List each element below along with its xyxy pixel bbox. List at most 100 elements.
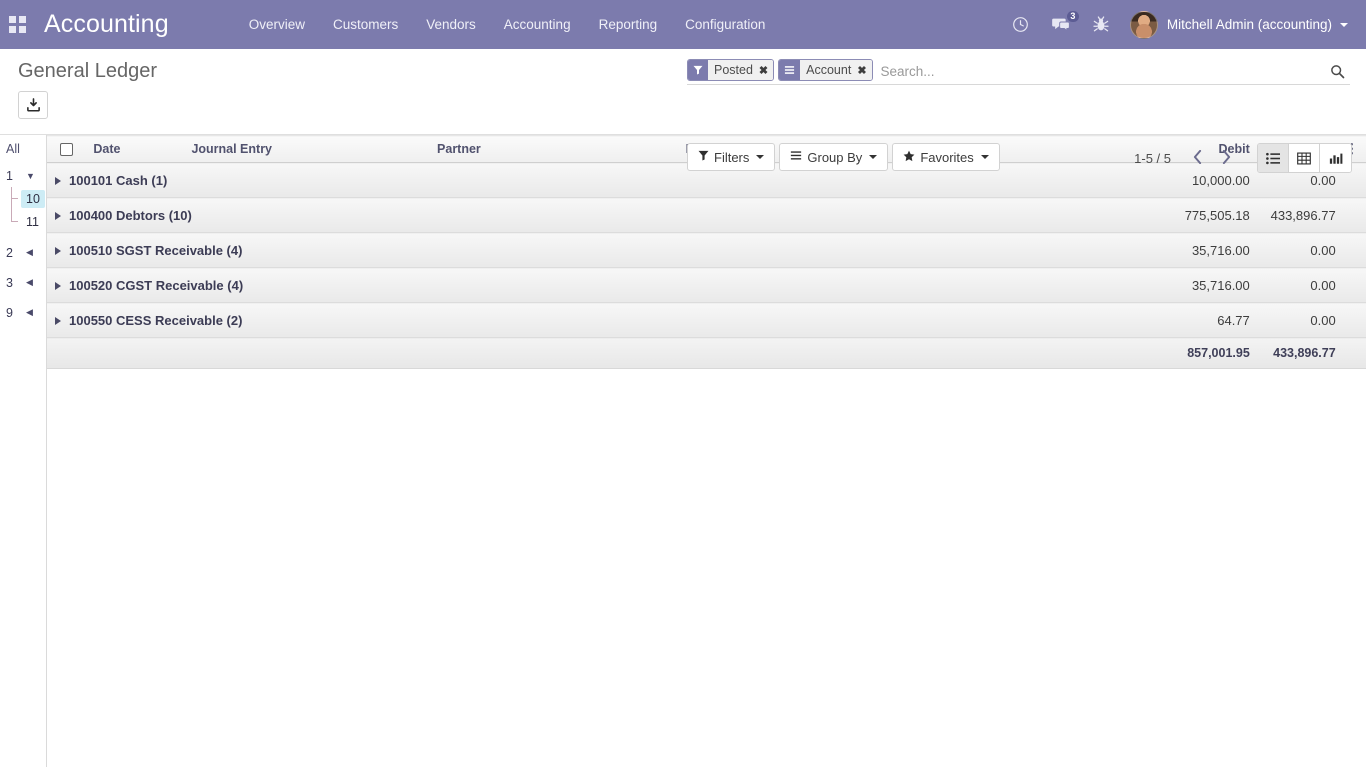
menu-item-vendors[interactable]: Vendors [412,1,490,48]
select-all-checkbox[interactable] [59,143,73,157]
filters-dropdown-button[interactable]: Filters [687,143,776,171]
table-row[interactable]: 100510 SGST Receivable (4) 35,716.00 0.0… [47,232,1366,268]
tree-node-2-label: 2 [6,245,13,260]
total-debit: 857,001.95 [1168,337,1258,369]
select-all-header[interactable] [47,135,86,163]
total-spacer-left [47,337,1169,369]
chevron-down-icon [869,155,878,159]
pager-range: 1-5 / 5 [1134,150,1171,166]
tree-node-1[interactable]: 1 ▼ [0,164,46,187]
group-spacer [1343,302,1366,338]
facet-remove-account[interactable]: ✖ [855,60,872,80]
star-icon [903,150,915,165]
chevron-down-icon [980,155,989,159]
tree-node-11[interactable]: 11 [10,210,46,233]
tree-node-11-label: 11 [26,214,39,229]
activity-clock-icon[interactable] [1001,0,1040,49]
menu-item-reporting[interactable]: Reporting [585,1,672,48]
group-debit: 35,716.00 [1168,267,1258,303]
facet-label-account: Account [800,60,856,80]
search-icon[interactable] [1324,59,1350,84]
group-cell: 100550 CESS Receivable (2) [47,302,1169,338]
group-cell: 100510 SGST Receivable (4) [47,232,1169,268]
hamburger-icon [790,150,802,164]
search-area: Posted ✖ Account ✖ [687,59,1350,85]
chevron-left-icon [1193,149,1202,164]
facet-label-posted: Posted [708,60,757,80]
search-facet-account[interactable]: Account ✖ [778,59,873,81]
menu-item-accounting[interactable]: Accounting [490,1,585,48]
filters-label: Filters [714,149,750,165]
export-download-button[interactable] [18,91,48,119]
expand-caret-icon[interactable] [55,282,61,291]
group-label: 100101 Cash (1) [69,172,168,188]
control-panel: General Ledger Posted ✖ Account ✖ Search… [0,49,1366,173]
tree-node-3[interactable]: 3 ◀ [0,271,46,294]
tree-collapse-arrow-1[interactable]: ▼ [26,171,35,181]
top-navbar: Accounting Overview Customers Vendors Ac… [0,0,1366,49]
table-row[interactable]: 100520 CGST Receivable (4) 35,716.00 0.0… [47,267,1366,303]
navbar-right-tools: 3 Mitchell Admin (accounting) [1001,0,1366,49]
page-title: General Ledger [18,60,157,82]
column-header-partner[interactable]: Partner [429,135,678,163]
tree-children-1: 10 11 [0,187,46,233]
facet-remove-posted[interactable]: ✖ [756,60,774,80]
tree-node-1-label: 1 [6,168,13,183]
download-icon [26,97,40,112]
favorites-dropdown-button[interactable]: Favorites [892,143,1000,171]
group-credit: 0.00 [1257,267,1344,303]
search-input[interactable] [876,59,1324,84]
group-spacer [1343,197,1366,233]
search-dropdowns: Filters Group By Favorites [687,143,1004,171]
expand-caret-icon[interactable] [55,212,61,221]
messages-chat-icon[interactable]: 3 [1040,0,1082,49]
group-credit: 0.00 [1257,302,1344,338]
groupby-label: Group By [807,149,863,165]
main-menu: Overview Customers Vendors Accounting Re… [235,1,780,48]
expand-caret-icon[interactable] [55,177,61,186]
menu-item-overview[interactable]: Overview [235,1,319,48]
expand-caret-icon[interactable] [55,317,61,326]
app-brand-title[interactable]: Accounting [34,10,175,39]
apps-menu-button[interactable] [0,0,34,49]
total-credit: 433,896.77 [1257,337,1344,369]
group-label: 100520 CGST Receivable (4) [69,277,244,293]
search-facet-posted[interactable]: Posted ✖ [687,59,775,81]
group-debit: 64.77 [1168,302,1258,338]
menu-item-customers[interactable]: Customers [319,1,412,48]
view-switch-graph[interactable] [1320,144,1351,172]
search-bar[interactable]: Posted ✖ Account ✖ [687,59,1350,85]
tree-node-9[interactable]: 9 ◀ [0,301,46,324]
user-menu[interactable]: Mitchell Admin (accounting) [1120,0,1354,49]
tree-node-2[interactable]: 2 ◀ [0,241,46,264]
user-name-label: Mitchell Admin (accounting) [1166,17,1332,32]
group-label: 100400 Debtors (10) [69,207,192,223]
tree-node-9-label: 9 [6,305,13,320]
table-row[interactable]: 100550 CESS Receivable (2) 64.77 0.00 [47,302,1366,338]
menu-item-configuration[interactable]: Configuration [671,1,779,48]
column-header-date[interactable]: Date [85,135,184,163]
pager-previous-button[interactable] [1183,149,1212,167]
pager-next-button[interactable] [1212,149,1241,167]
table-row[interactable]: 100400 Debtors (10) 775,505.18 433,896.7… [47,197,1366,233]
debug-bug-icon[interactable] [1082,0,1120,49]
view-switch-list[interactable] [1258,144,1289,172]
period-tree-sidebar: All 1 ▼ 10 11 2 ◀ 3 ◀ 9 ◀ [0,135,47,767]
group-spacer [1343,267,1366,303]
group-by-icon [779,60,801,80]
group-label: 100510 SGST Receivable (4) [69,242,243,258]
chevron-right-icon [1222,149,1231,164]
tree-node-3-label: 3 [6,275,13,290]
tree-collapse-arrow-3[interactable]: ◀ [26,277,33,288]
tree-node-all[interactable]: All [0,139,46,164]
pivot-view-icon [1297,152,1311,164]
tree-collapse-arrow-2[interactable]: ◀ [26,247,33,258]
groupby-dropdown-button[interactable]: Group By [779,143,889,171]
user-avatar [1129,10,1158,39]
expand-caret-icon[interactable] [55,247,61,256]
tree-node-10[interactable]: 10 [10,187,46,210]
view-switch-pivot[interactable] [1289,144,1320,172]
content-area: All 1 ▼ 10 11 2 ◀ 3 ◀ 9 ◀ Date Journal E… [0,135,1366,767]
column-header-journal-entry[interactable]: Journal Entry [183,135,430,163]
tree-collapse-arrow-9[interactable]: ◀ [26,307,33,318]
